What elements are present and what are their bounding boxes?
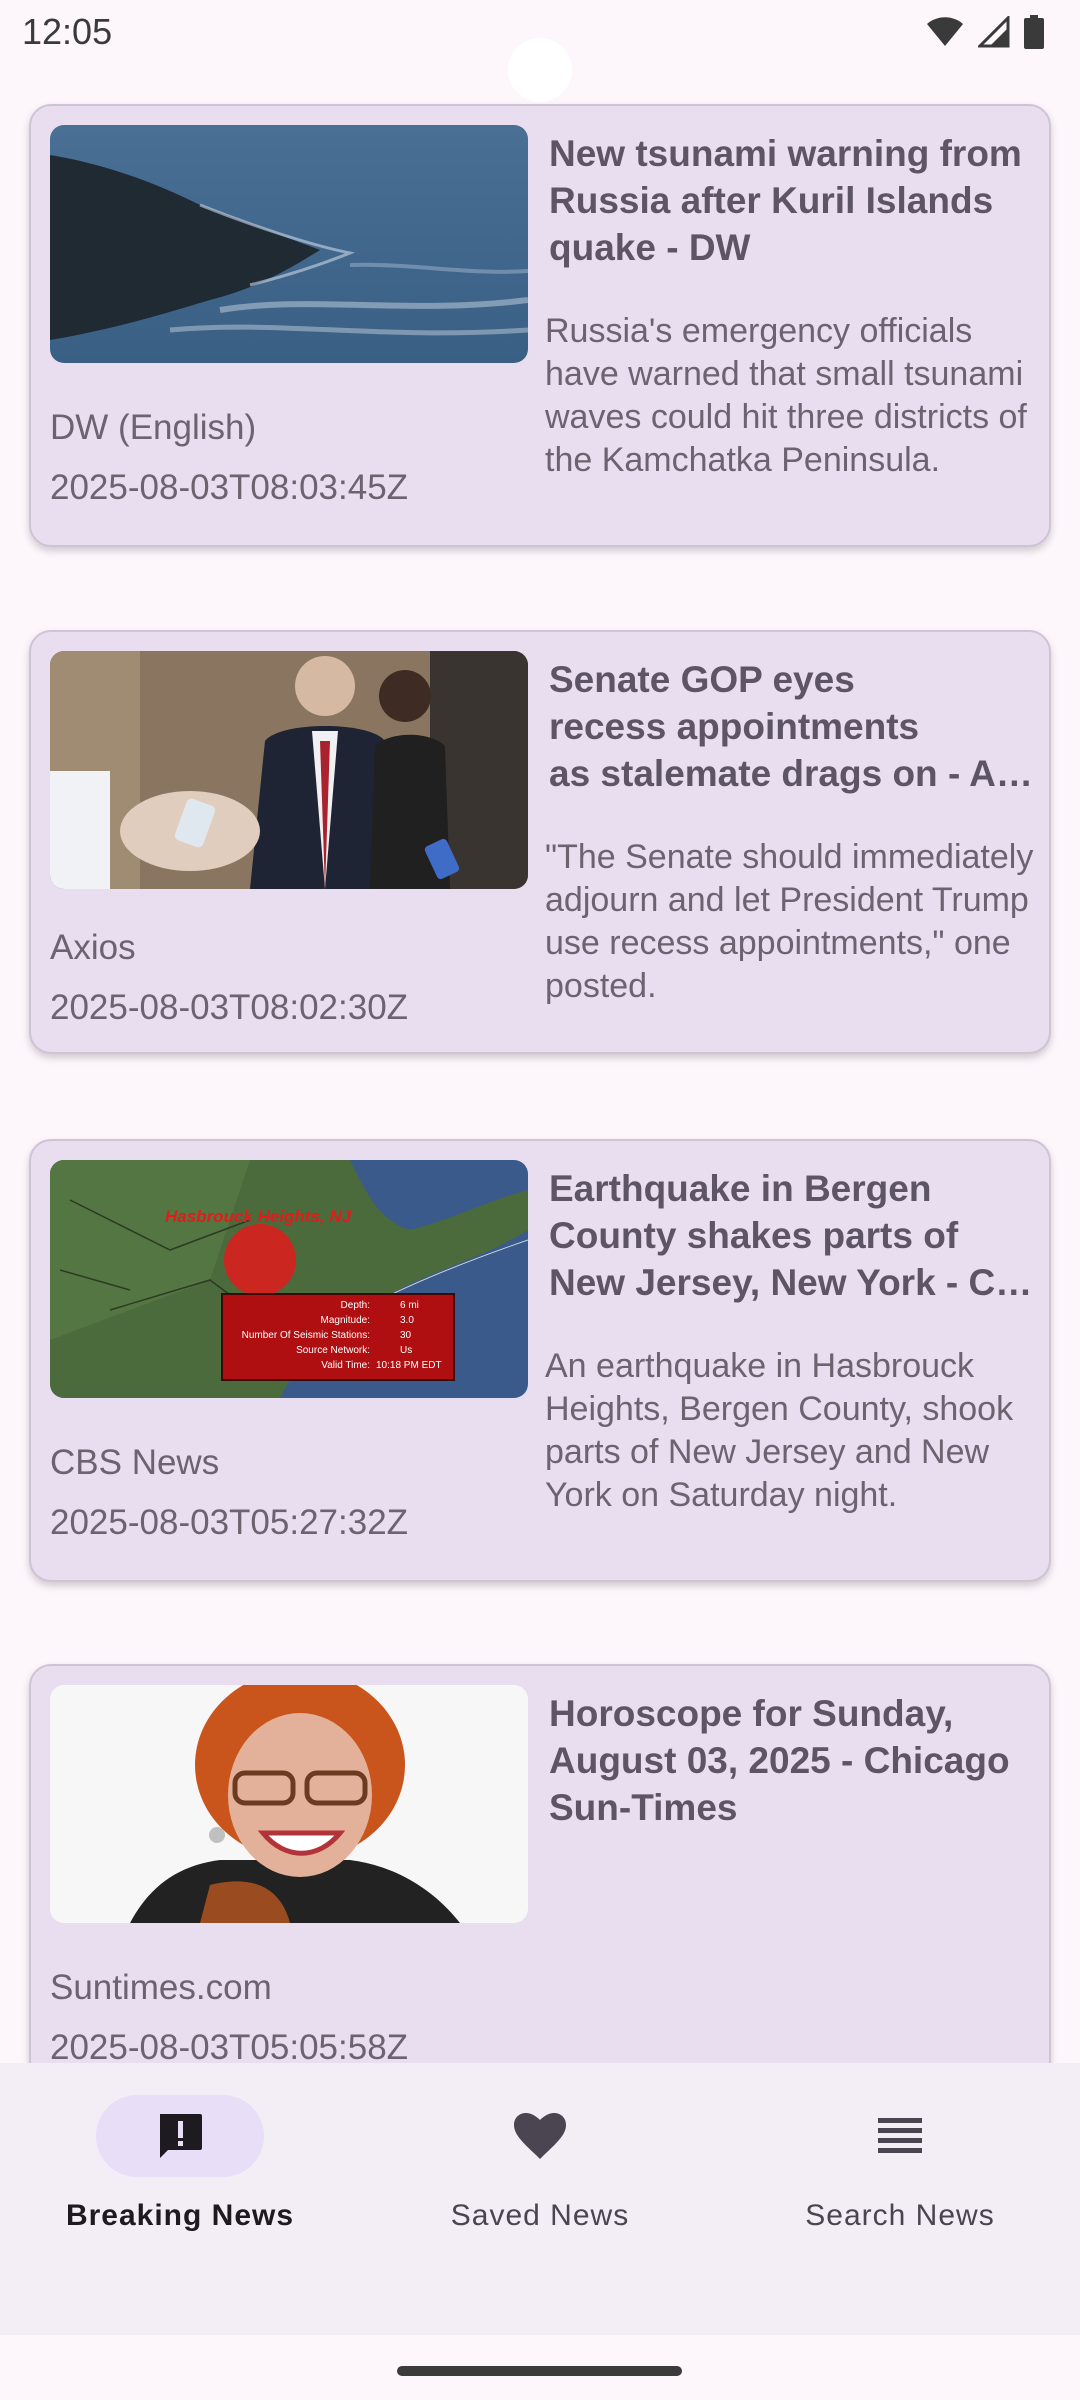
article-image xyxy=(50,125,528,363)
article-title: New tsunami warning from Russia after Ku… xyxy=(549,133,1022,268)
list-lines-icon xyxy=(878,2118,922,2153)
article-image xyxy=(50,1685,528,1923)
article-title-line: recess appointments xyxy=(549,706,920,747)
map-network-value: Us xyxy=(400,1345,412,1356)
battery-icon xyxy=(1024,15,1044,49)
article-title-line: County shakes parts of xyxy=(549,1215,959,1256)
nav-label: Search News xyxy=(805,2199,995,2232)
article-title: Earthquake in Bergen County shakes parts… xyxy=(549,1165,1034,1306)
article-card[interactable]: Horoscope for Sunday, August 03, 2025 - … xyxy=(29,1664,1051,2063)
map-magnitude-label: Magnitude: xyxy=(321,1315,370,1326)
map-stations-value: 30 xyxy=(400,1330,412,1341)
nav-breaking-news[interactable]: Breaking News xyxy=(0,2095,360,2275)
article-title-line: as stalemate drags on - Axios xyxy=(549,753,1034,794)
app-screen: New tsunami warning from Russia after Ku… xyxy=(0,0,1080,2400)
cell-signal-icon xyxy=(978,16,1010,48)
article-card[interactable]: Hasbrouck Heights, NJ Depth: 6 mi Magnit… xyxy=(29,1139,1051,1582)
article-source: Axios xyxy=(50,928,136,967)
map-network-label: Source Network: xyxy=(296,1345,370,1356)
status-icons xyxy=(926,15,1044,49)
wifi-icon xyxy=(927,17,963,46)
article-description: Russia's emergency officials have warned… xyxy=(545,312,1027,479)
status-time: 12:05 xyxy=(22,11,113,52)
article-date: 2025-08-03T08:03:45Z xyxy=(50,468,409,507)
nav-label: Saved News xyxy=(450,2199,630,2232)
article-card[interactable]: New tsunami warning from Russia after Ku… xyxy=(29,104,1051,547)
article-image: Hasbrouck Heights, NJ Depth: 6 mi Magnit… xyxy=(50,1160,528,1398)
nav-label: Breaking News xyxy=(65,2199,295,2232)
nav-search-news[interactable]: Search News xyxy=(720,2095,1080,2275)
article-title: Senate GOP eyes recess appointments as s… xyxy=(549,656,1034,797)
article-source: Suntimes.com xyxy=(50,1968,272,2007)
nav-saved-news[interactable]: Saved News xyxy=(360,2095,720,2275)
news-feed[interactable]: New tsunami warning from Russia after Ku… xyxy=(0,0,1080,2063)
map-location-label: Hasbrouck Heights, NJ xyxy=(165,1207,352,1226)
feedback-alert-icon xyxy=(160,2114,202,2158)
nav-active-indicator xyxy=(96,2095,264,2177)
article-image xyxy=(50,651,528,889)
article-title-line: Earthquake in Bergen xyxy=(549,1168,932,1209)
camera-cutout xyxy=(508,38,572,102)
heart-icon xyxy=(514,2113,566,2159)
article-title-line: Senate GOP eyes xyxy=(549,659,855,700)
map-time-label: Valid Time: xyxy=(321,1360,370,1371)
map-depth-label: Depth: xyxy=(341,1300,370,1311)
map-stations-label: Number Of Seismic Stations: xyxy=(242,1330,370,1341)
article-description: "The Senate should immediately adjourn a… xyxy=(545,838,1034,1005)
article-date: 2025-08-03T05:05:58Z xyxy=(50,2028,409,2063)
article-title: Horoscope for Sunday, August 03, 2025 - … xyxy=(549,1693,1010,1828)
article-date: 2025-08-03T08:02:30Z xyxy=(50,988,409,1027)
article-title-line: New Jersey, New York - CBS News xyxy=(549,1262,1034,1303)
map-magnitude-value: 3.0 xyxy=(400,1315,414,1326)
article-date: 2025-08-03T05:27:32Z xyxy=(50,1503,409,1542)
article-card[interactable]: Senate GOP eyes recess appointments as s… xyxy=(29,630,1051,1054)
article-source: DW (English) xyxy=(50,408,257,447)
map-depth-value: 6 mi xyxy=(400,1300,419,1311)
gesture-handle[interactable] xyxy=(397,2366,682,2376)
article-description: An earthquake in Hasbrouck Heights, Berg… xyxy=(545,1347,1014,1514)
article-source: CBS News xyxy=(50,1443,220,1482)
map-time-value: 10:18 PM EDT xyxy=(376,1360,442,1371)
bottom-navigation: Breaking News Saved News Search News xyxy=(0,2063,1080,2335)
